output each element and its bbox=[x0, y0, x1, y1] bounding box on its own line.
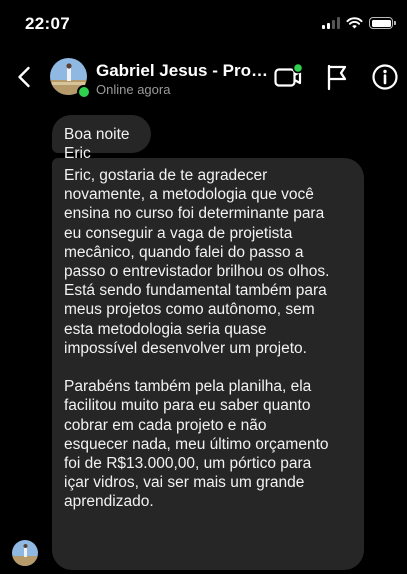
message-bubble[interactable]: Eric, gostaria de te agradecer novamente… bbox=[52, 158, 364, 570]
sender-avatar[interactable] bbox=[12, 540, 38, 566]
video-call-icon bbox=[274, 62, 303, 87]
info-icon bbox=[372, 64, 398, 90]
status-time: 22:07 bbox=[25, 14, 70, 33]
back-button[interactable] bbox=[10, 62, 38, 92]
status-bar: 22:07 bbox=[0, 0, 407, 50]
cellular-signal-icon bbox=[322, 17, 340, 29]
message-text: Eric, gostaria de te agradecer novamente… bbox=[64, 167, 330, 357]
message-bubble[interactable]: Boa noite Eric bbox=[52, 115, 151, 162]
chat-header: Gabriel Jesus - Projetista Online agora bbox=[0, 50, 407, 106]
battery-icon bbox=[369, 17, 396, 29]
video-call-button[interactable] bbox=[273, 62, 303, 92]
wifi-icon bbox=[346, 17, 363, 29]
message-text: Parabéns também pela planilha, ela facil… bbox=[64, 378, 329, 511]
online-status-dot bbox=[77, 85, 91, 99]
info-button[interactable] bbox=[370, 62, 400, 92]
flag-icon bbox=[327, 64, 347, 91]
dm-thread-screen: 22:07 Gabriel Jesus - Proje Online agora… bbox=[0, 0, 407, 574]
contact-online-status: Online agora bbox=[96, 82, 171, 97]
status-icons bbox=[322, 17, 396, 29]
contact-name[interactable]: Gabriel Jesus - Projetista bbox=[96, 61, 268, 81]
report-flag-button[interactable] bbox=[322, 62, 352, 92]
chevron-left-icon bbox=[18, 66, 30, 88]
